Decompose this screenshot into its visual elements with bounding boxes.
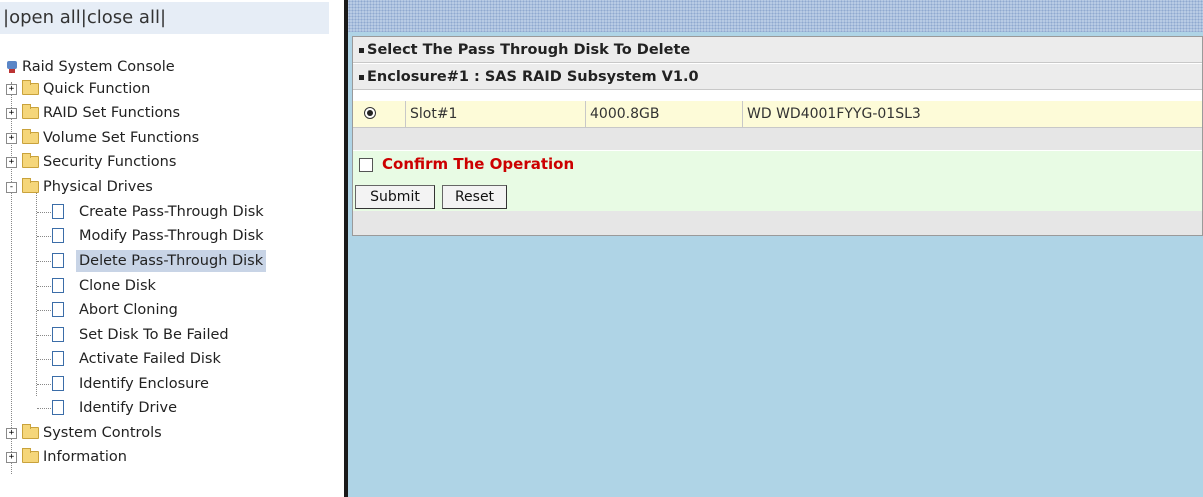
confirm-checkbox[interactable] — [359, 158, 373, 172]
enclosure-header: Enclosure#1 : SAS RAID Subsystem V1.0 — [353, 64, 1202, 90]
tree-item-label: Physical Drives — [43, 179, 153, 195]
confirm-label: Confirm The Operation — [382, 155, 575, 173]
tree-root-label: Raid System Console — [22, 59, 175, 75]
tree-item-label: System Controls — [43, 425, 162, 441]
expand-icon[interactable]: + — [6, 428, 17, 439]
document-icon — [52, 204, 64, 219]
tree-line — [36, 188, 37, 396]
disk-size: 4000.8GB — [585, 101, 742, 127]
document-icon — [52, 376, 64, 391]
folder-icon — [22, 104, 39, 119]
document-icon — [52, 302, 64, 317]
open-folder-icon — [22, 178, 39, 193]
disk-select-radio[interactable] — [364, 107, 376, 119]
document-icon — [52, 278, 64, 293]
separator: | — [159, 7, 167, 28]
tree-item-label: Identify Drive — [79, 400, 178, 416]
tree-item-label: Security Functions — [43, 154, 177, 170]
document-icon — [52, 351, 64, 366]
folder-icon — [22, 424, 39, 439]
tree-item-label: Activate Failed Disk — [79, 351, 221, 367]
tree-item-label: Abort Cloning — [79, 302, 178, 318]
tree-item-label: Clone Disk — [79, 278, 156, 294]
tree-line — [37, 310, 51, 311]
tree-item-label: Volume Set Functions — [43, 130, 200, 146]
confirm-row: Confirm The Operation Submit Reset — [353, 151, 1202, 211]
top-banner — [348, 0, 1203, 32]
tree-line — [37, 261, 51, 262]
tree-item-label: RAID Set Functions — [43, 105, 181, 121]
raid-console-icon — [7, 61, 17, 73]
disk-model: WD WD4001FYYG-01SL3 — [742, 101, 1202, 127]
content-pane: Select The Pass Through Disk To Delete E… — [348, 0, 1203, 497]
document-icon — [52, 228, 64, 243]
tree-line — [37, 335, 51, 336]
expand-icon[interactable]: + — [6, 133, 17, 144]
tree-item-label: Quick Function — [43, 81, 151, 97]
enclosure-header-text: Enclosure#1 : SAS RAID Subsystem V1.0 — [367, 69, 699, 85]
form-title: Select The Pass Through Disk To Delete — [353, 37, 1202, 63]
open-close-bar: |open all|close all| — [0, 2, 329, 34]
navigation-pane: |open all|close all| Raid System Console… — [0, 0, 340, 497]
folder-icon — [22, 448, 39, 463]
expand-icon[interactable]: + — [6, 452, 17, 463]
spacer-row — [353, 128, 1202, 150]
tree-item-label: Information — [43, 449, 127, 465]
footer-bar — [353, 211, 1202, 235]
expand-icon[interactable]: + — [6, 84, 17, 95]
collapse-icon[interactable]: - — [6, 182, 17, 193]
disk-row[interactable]: Slot#1 4000.8GB WD WD4001FYYG-01SL3 — [353, 101, 1202, 128]
disk-slot: Slot#1 — [405, 101, 585, 127]
open-all-link[interactable]: open all — [9, 7, 81, 28]
tree-item-label: Set Disk To Be Failed — [79, 327, 229, 343]
tree-line — [37, 286, 51, 287]
form-title-text: Select The Pass Through Disk To Delete — [367, 42, 691, 58]
tree-line — [37, 212, 51, 213]
document-icon — [52, 327, 64, 342]
expand-icon[interactable]: + — [6, 108, 17, 119]
tree-line — [37, 408, 51, 409]
bullet-icon — [359, 47, 364, 53]
folder-icon — [22, 80, 39, 95]
expand-icon[interactable]: + — [6, 157, 17, 168]
document-icon — [52, 253, 64, 268]
reset-button[interactable]: Reset — [442, 185, 507, 209]
tree-item-label-selected: Delete Pass-Through Disk — [76, 250, 267, 272]
bullet-icon — [359, 74, 364, 80]
tree-line — [37, 359, 51, 360]
folder-icon — [22, 129, 39, 144]
tree-item-label: Modify Pass-Through Disk — [79, 228, 264, 244]
close-all-link[interactable]: close all — [87, 7, 160, 28]
submit-button[interactable]: Submit — [355, 185, 435, 209]
tree-line — [37, 236, 51, 237]
delete-pass-through-form: Select The Pass Through Disk To Delete E… — [352, 36, 1203, 236]
tree-line — [37, 384, 51, 385]
tree-item-label: Create Pass-Through Disk — [79, 204, 264, 220]
folder-icon — [22, 153, 39, 168]
document-icon — [52, 400, 64, 415]
tree-item-label: Identify Enclosure — [79, 376, 209, 392]
